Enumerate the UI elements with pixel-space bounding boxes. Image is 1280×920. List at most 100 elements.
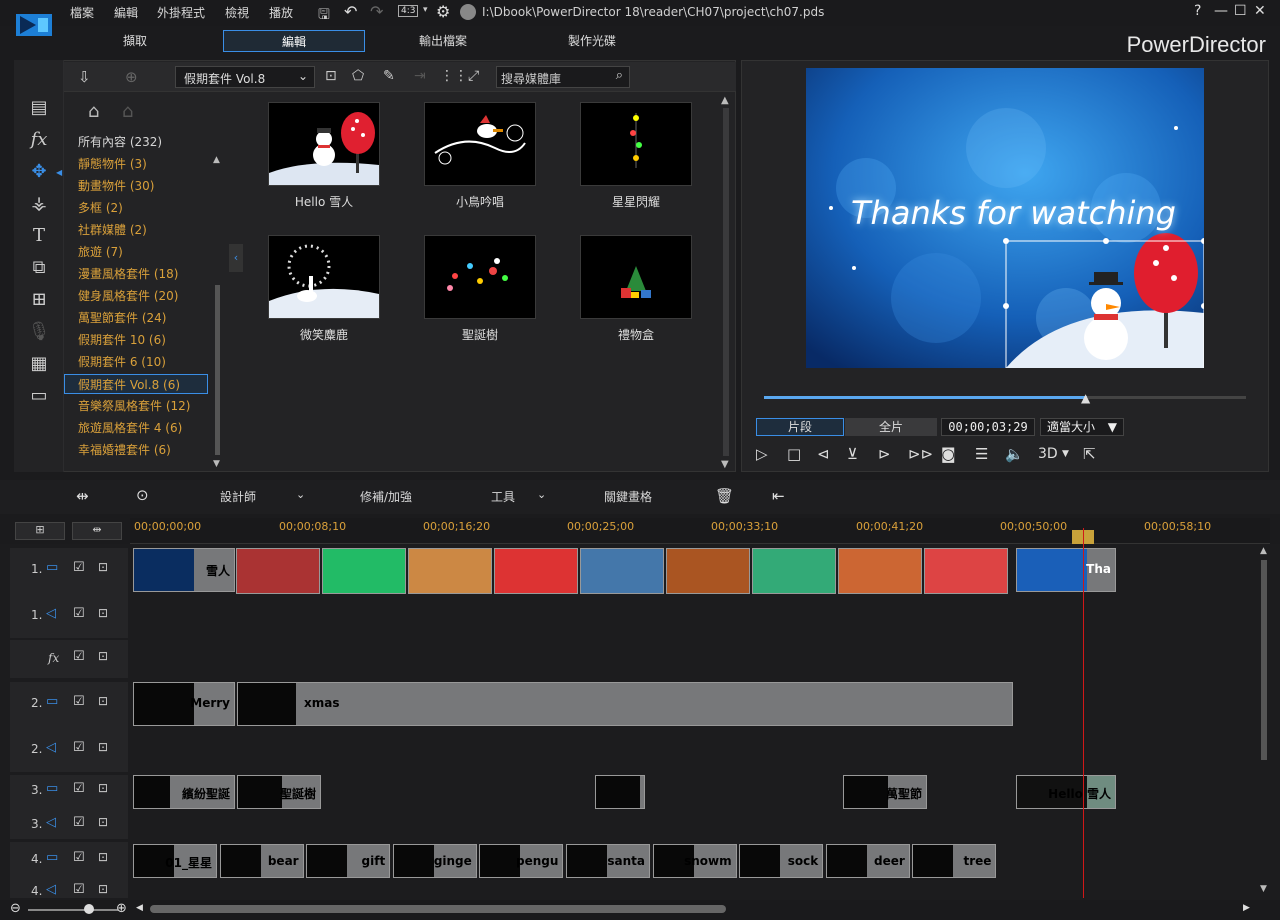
category-scrollbar[interactable] — [215, 285, 220, 455]
3d-mode-button[interactable]: 3D — [1038, 446, 1058, 462]
scroll-left-icon[interactable]: ◀ — [136, 903, 143, 913]
play-icon[interactable]: ▷ — [756, 445, 768, 463]
insert-mode-icon[interactable]: ⇤ — [772, 487, 785, 505]
track-enable-checkbox[interactable]: ☑ — [73, 740, 85, 755]
category-item[interactable]: 萬聖節套件 (24) — [78, 308, 166, 328]
subtitle-room-icon[interactable]: ▭ — [27, 385, 51, 407]
menu-file[interactable]: 檔案 — [70, 4, 94, 21]
minimize-icon[interactable]: — — [1214, 3, 1228, 19]
timeline-scroll-up-icon[interactable]: ▲ — [1260, 546, 1267, 556]
pip-clip[interactable]: 01_星星 — [133, 844, 217, 878]
video-clip-frame[interactable] — [666, 548, 750, 594]
close-icon[interactable]: ✕ — [1254, 3, 1266, 19]
pip-clip[interactable]: ginge — [392, 844, 477, 878]
undock-icon[interactable]: ⇱ — [1083, 445, 1096, 463]
library-item-thumbnail[interactable] — [580, 235, 692, 319]
effect-room-icon[interactable]: fx — [27, 129, 51, 151]
preview-video[interactable]: Thanks for watching — [806, 68, 1204, 368]
pip-clip[interactable]: Merry — [133, 682, 235, 726]
scroll-down-icon[interactable]: ▼ — [721, 459, 729, 470]
video-clip[interactable]: Tha — [1016, 548, 1116, 592]
pip-object-room-icon[interactable]: ✥ — [27, 161, 51, 183]
pip-clip[interactable]: santa — [566, 844, 650, 878]
add-tag-icon[interactable]: ✎ — [383, 68, 395, 84]
zoom-in-icon[interactable]: ⊕ — [116, 901, 127, 916]
keyframe-button[interactable]: 關鍵畫格 — [604, 488, 652, 505]
insert-icon[interactable]: ⇥ — [414, 68, 426, 84]
category-item[interactable]: 動畫物件 (30) — [78, 176, 154, 196]
fit-timeline-icon[interactable]: ⇹ — [76, 487, 89, 505]
shapes-icon[interactable]: ⬠ — [352, 68, 364, 84]
new-object-icon[interactable]: ⊡ — [325, 68, 337, 84]
tools-button[interactable]: 工具 — [491, 488, 515, 505]
video-clip-frame[interactable] — [236, 548, 320, 594]
zoom-out-icon[interactable]: ⊖ — [10, 901, 21, 916]
pip-clip[interactable]: xmas — [237, 682, 1013, 726]
fast-forward-icon[interactable]: ⊳⊳ — [908, 445, 933, 463]
pip-clip-selected[interactable]: Hello 雪人 — [1016, 775, 1116, 809]
track-lock-icon[interactable]: ⊡ — [98, 694, 108, 708]
category-item[interactable]: 幸福婚禮套件 (6) — [78, 440, 171, 460]
category-item[interactable]: 靜態物件 (3) — [78, 154, 147, 174]
tab-produce[interactable]: 輸出檔案 — [372, 30, 514, 52]
import-media-icon[interactable]: ⇩ — [78, 68, 91, 86]
aspect-dropdown-icon[interactable]: ▾ — [423, 5, 428, 15]
track-enable-checkbox[interactable]: ☑ — [73, 694, 85, 709]
transition-room-icon[interactable]: ⧉ — [27, 257, 51, 279]
restore-icon[interactable]: ☐ — [1234, 3, 1247, 19]
volume-icon[interactable]: 🔈 — [1005, 445, 1024, 463]
subtitle-list-icon[interactable]: ☰ — [975, 445, 988, 463]
video-clip-strip[interactable] — [236, 548, 1016, 594]
library-item-thumbnail[interactable] — [580, 102, 692, 186]
clip-mode-button[interactable]: 片段 — [756, 418, 844, 436]
track-lock-icon[interactable]: ⊡ — [98, 740, 108, 754]
category-item[interactable]: 健身風格套件 (20) — [78, 286, 178, 306]
settings-gear-icon[interactable]: ⚙ — [436, 2, 450, 21]
search-icon[interactable]: ⌕ — [616, 68, 623, 83]
split-icon[interactable]: ⊻ — [847, 445, 858, 463]
track-manager-button[interactable]: ⊞ — [15, 522, 65, 540]
preview-seek-track[interactable] — [764, 396, 1246, 399]
pip-clip[interactable]: bear — [219, 844, 304, 878]
category-item[interactable]: 旅遊 (7) — [78, 242, 123, 262]
track-enable-checkbox[interactable]: ☑ — [73, 649, 85, 664]
category-item[interactable]: 假期套件 6 (10) — [78, 352, 166, 372]
pip-clip[interactable]: 聖誕樹 — [237, 775, 321, 809]
video-clip-frame[interactable] — [924, 548, 1008, 594]
track-enable-checkbox[interactable]: ☑ — [73, 606, 85, 621]
track-enable-checkbox[interactable]: ☑ — [73, 781, 85, 796]
fit-width-button[interactable]: ⇹ — [72, 522, 122, 540]
grid-view-icon[interactable]: ⋮⋮ — [440, 68, 468, 84]
designer-button[interactable]: 設計師 — [220, 488, 256, 505]
video-clip[interactable]: 雪人 — [133, 548, 235, 592]
category-item[interactable]: 旅遊風格套件 4 (6) — [78, 418, 182, 438]
previous-frame-icon[interactable]: ⊲ — [817, 445, 830, 463]
account-icon[interactable] — [460, 4, 476, 20]
timeline-vscrollbar[interactable] — [1261, 560, 1267, 760]
library-item-thumbnail[interactable] — [268, 235, 380, 319]
designer-dropdown-icon[interactable]: ⌄ — [296, 488, 305, 501]
video-clip-frame[interactable] — [580, 548, 664, 594]
media-room-icon[interactable]: ▤ — [27, 97, 51, 119]
collapse-panel-button[interactable]: ‹ — [229, 244, 243, 272]
chapter-room-icon[interactable]: ▦ — [27, 353, 51, 375]
scroll-right-icon[interactable]: ▶ — [1243, 903, 1250, 913]
snapshot-camera-icon[interactable]: ◙ — [941, 445, 956, 463]
category-scroll-up-icon[interactable]: ▲ — [213, 155, 220, 165]
category-item[interactable]: 漫畫風格套件 (18) — [78, 264, 178, 284]
library-item-thumbnail[interactable] — [424, 235, 536, 319]
pip-clip[interactable]: tree — [912, 844, 997, 878]
track-lock-icon[interactable]: ⊡ — [98, 815, 108, 829]
tab-edit[interactable]: 編輯 — [223, 30, 365, 52]
category-item[interactable]: 所有內容 (232) — [78, 132, 162, 152]
preview-seek-handle[interactable]: ▲ — [1081, 391, 1090, 405]
menu-plugins[interactable]: 外掛程式 — [157, 4, 205, 21]
track-lock-icon[interactable]: ⊡ — [98, 560, 108, 574]
stop-icon[interactable]: □ — [787, 445, 801, 463]
tag-remove-icon[interactable]: ⌂ — [122, 101, 133, 122]
movie-mode-button[interactable]: 全片 — [845, 418, 937, 436]
video-clip-frame[interactable] — [494, 548, 578, 594]
video-clip-frame[interactable] — [408, 548, 492, 594]
scroll-up-icon[interactable]: ▲ — [721, 95, 729, 106]
particle-room-icon[interactable]: ⚶ — [27, 193, 51, 215]
